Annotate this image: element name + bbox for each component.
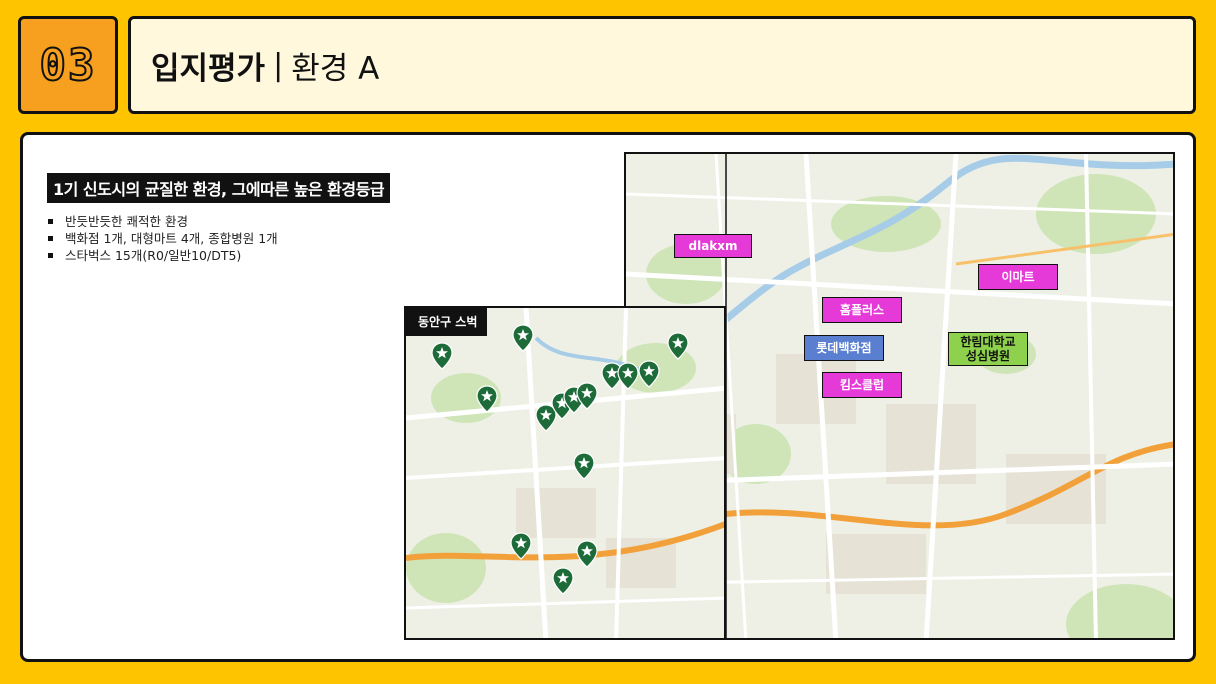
map-tag-emart: 이마트 bbox=[978, 264, 1058, 290]
section-number: 03 bbox=[39, 39, 97, 92]
bullet-marker bbox=[48, 253, 53, 258]
starbucks-pin-icon[interactable] bbox=[510, 532, 532, 560]
page-subtitle: 환경 A bbox=[291, 50, 380, 87]
page-title: 입지평가 bbox=[151, 50, 266, 87]
bullet-item: 백화점 1개, 대형마트 4개, 종합병원 1개 bbox=[48, 230, 278, 247]
starbucks-pin-icon[interactable] bbox=[512, 324, 534, 352]
starbucks-pin-icon[interactable] bbox=[431, 342, 453, 370]
bullet-marker bbox=[48, 236, 53, 241]
bullet-marker bbox=[48, 219, 53, 224]
starbucks-pin-icon[interactable] bbox=[667, 332, 689, 360]
map-tag-hallym-hospital: 한림대학교 성심병원 bbox=[948, 332, 1028, 366]
starbucks-pin-icon[interactable] bbox=[576, 540, 598, 568]
bullet-text: 반듯반듯한 쾌적한 환경 bbox=[65, 214, 188, 229]
map-tag-homeplus: 홈플러스 bbox=[822, 297, 902, 323]
section-number-box: 03 bbox=[18, 16, 118, 114]
bullet-text: 백화점 1개, 대형마트 4개, 종합병원 1개 bbox=[65, 231, 278, 246]
map-tag-dlakxm: dlakxm bbox=[674, 234, 752, 258]
title-separator: | bbox=[273, 47, 284, 83]
starbucks-map-label: 동안구 스벅 bbox=[406, 308, 488, 336]
map-tag-lotte-department-store: 롯데백화점 bbox=[804, 335, 884, 361]
starbucks-map[interactable]: 동안구 스벅 bbox=[404, 306, 726, 640]
starbucks-pin-icon[interactable] bbox=[476, 385, 498, 413]
title-bar: 입지평가 | 환경 A bbox=[128, 16, 1196, 114]
bullet-list: 반듯반듯한 쾌적한 환경 백화점 1개, 대형마트 4개, 종합병원 1개 스타… bbox=[48, 213, 278, 264]
starbucks-pin-icon[interactable] bbox=[617, 362, 639, 390]
map-tag-hallym-line1: 한림대학교 bbox=[960, 335, 1016, 349]
starbucks-pin-icon[interactable] bbox=[576, 382, 598, 410]
map-tag-hallym-line2: 성심병원 bbox=[965, 349, 1011, 363]
bullet-text: 스타벅스 15개(R0/일반10/DT5) bbox=[65, 248, 242, 263]
starbucks-pin-icon[interactable] bbox=[638, 360, 660, 388]
bullet-item: 반듯반듯한 쾌적한 환경 bbox=[48, 213, 278, 230]
headline: 1기 신도시의 균질한 환경, 그에따른 높은 환경등급 bbox=[47, 173, 391, 203]
starbucks-pin-icon[interactable] bbox=[573, 452, 595, 480]
map-tag-kims-club: 킴스클럽 bbox=[822, 372, 902, 398]
bullet-item: 스타벅스 15개(R0/일반10/DT5) bbox=[48, 247, 278, 264]
starbucks-pin-icon[interactable] bbox=[552, 567, 574, 595]
